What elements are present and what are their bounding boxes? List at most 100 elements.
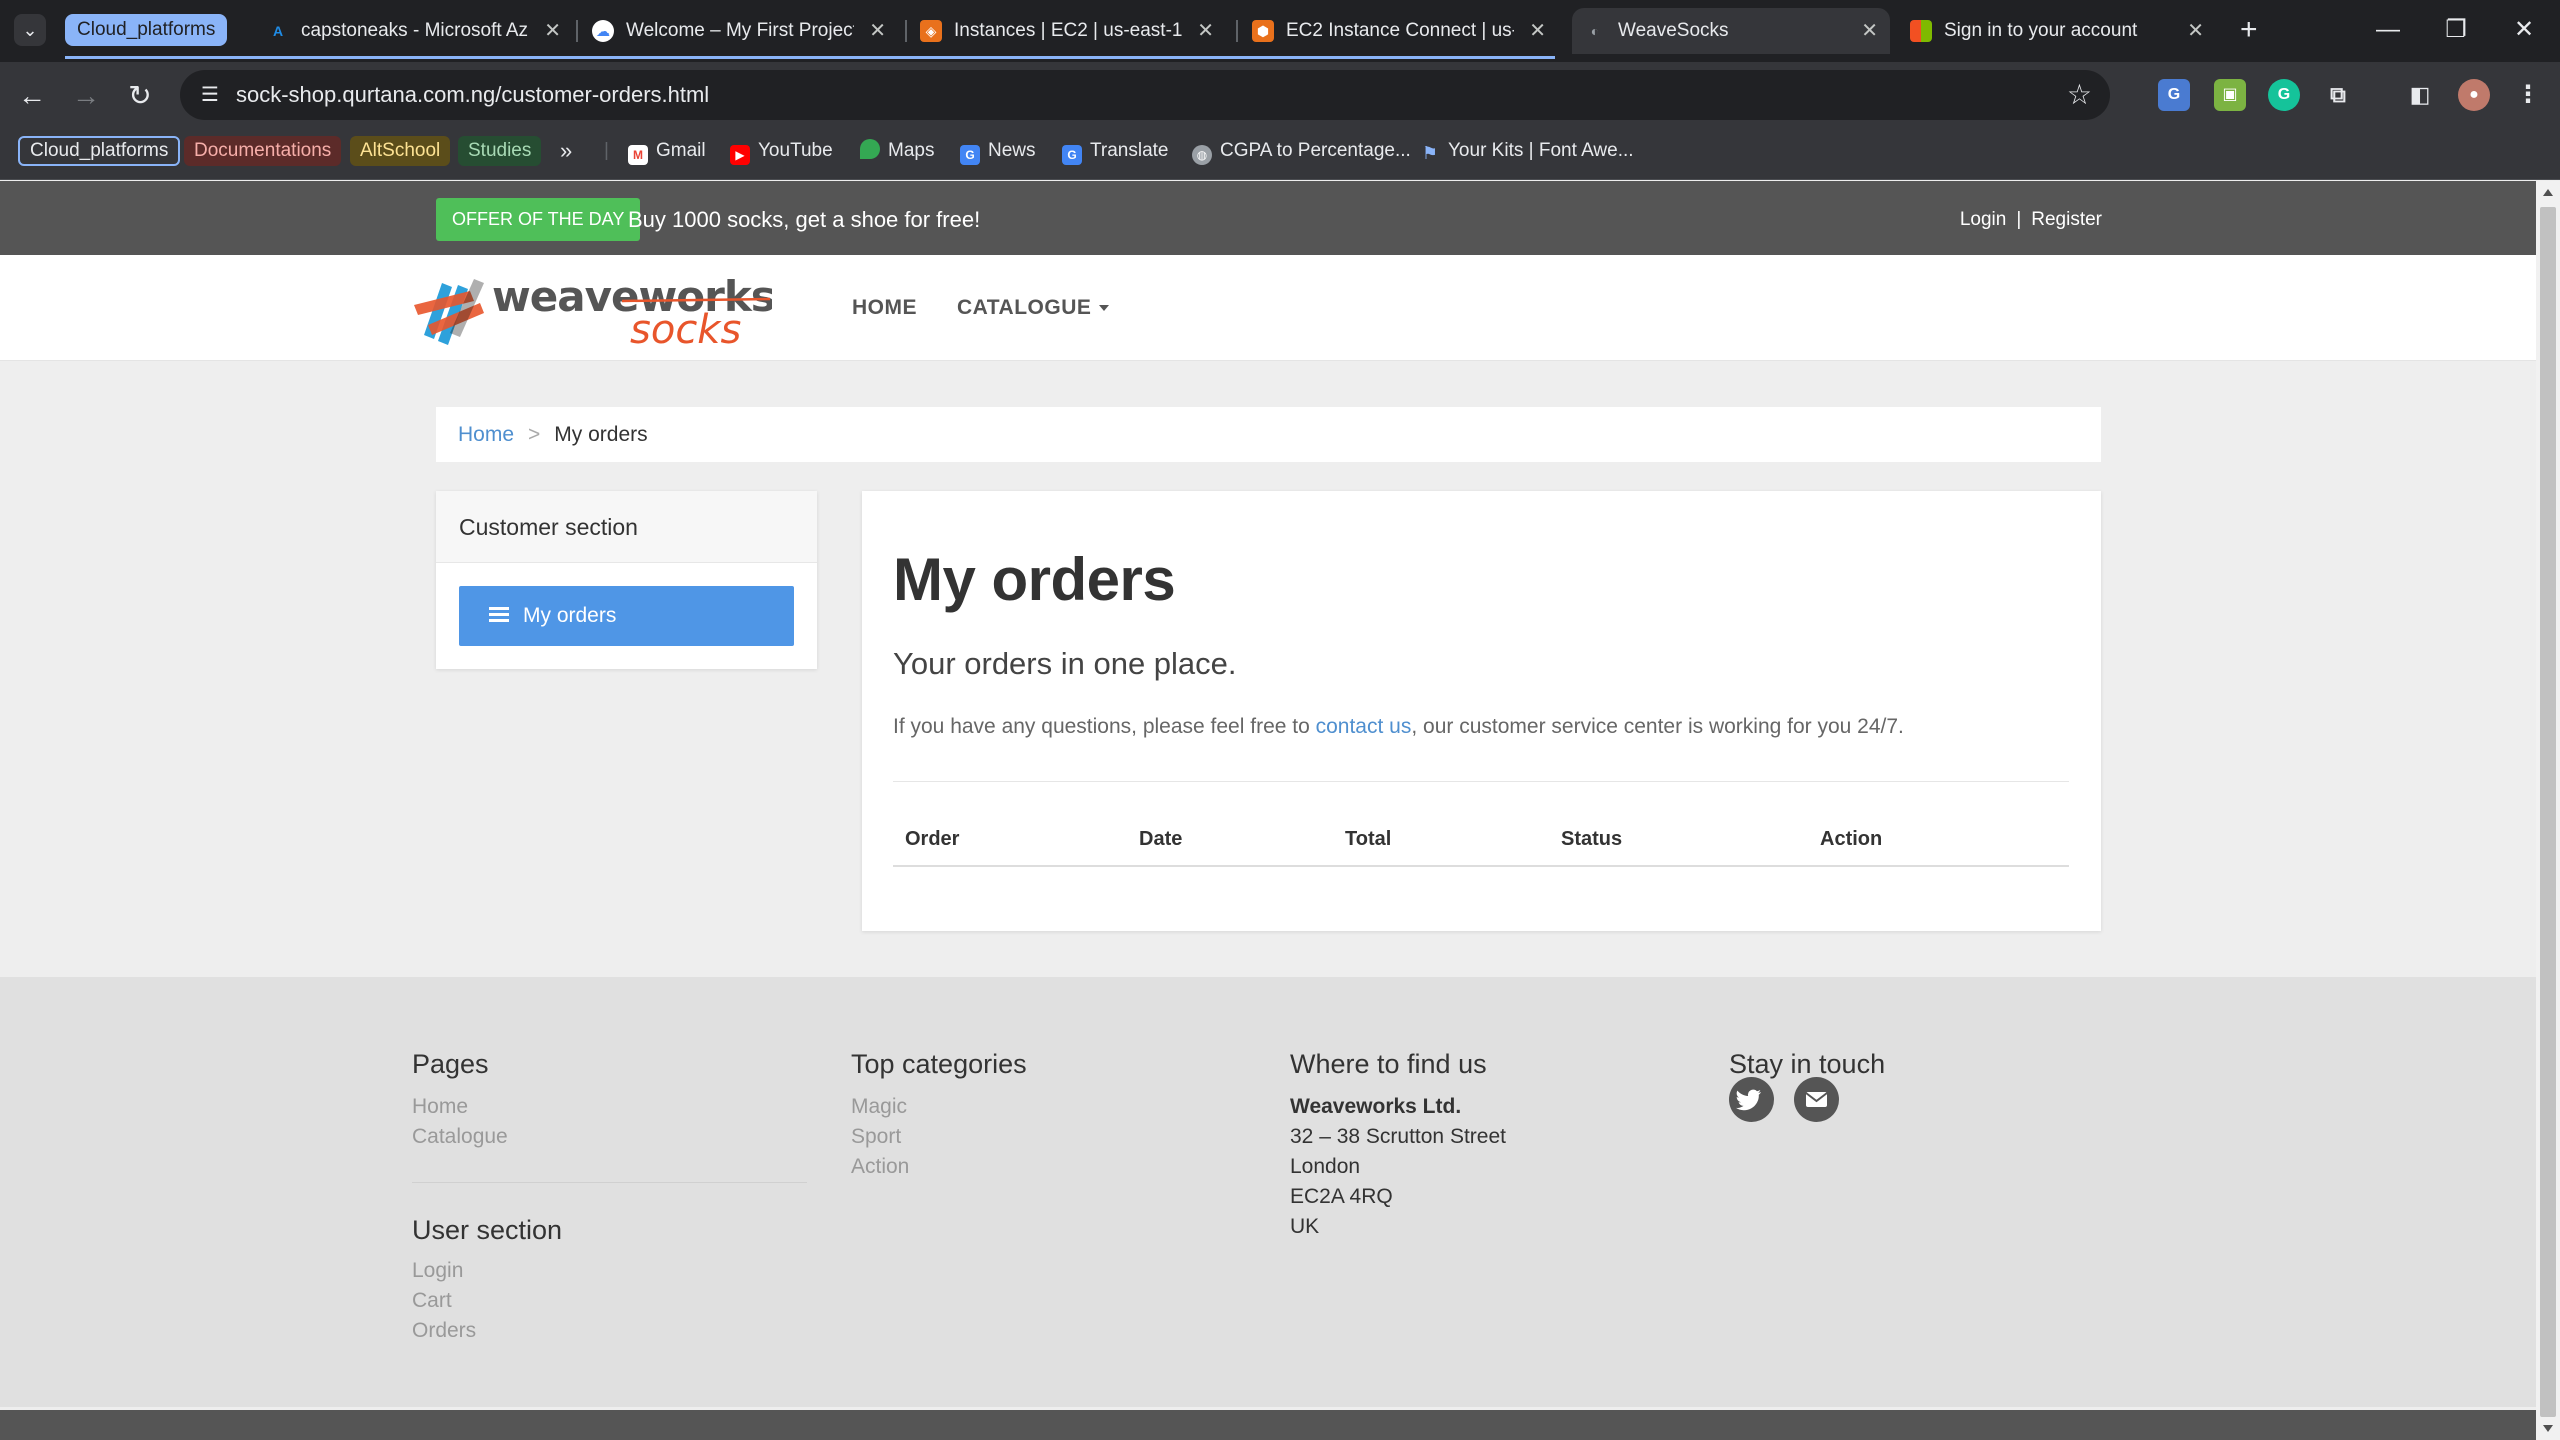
offer-text: Buy 1000 socks, get a shoe for free!	[628, 207, 981, 232]
twitter-icon[interactable]	[1729, 1077, 1774, 1122]
divider	[893, 781, 2069, 782]
close-icon[interactable]: ✕	[2187, 8, 2204, 54]
bookmark-cgpa[interactable]: ◍ CGPA to Percentage...	[1192, 136, 1411, 166]
register-link[interactable]: Register	[2031, 209, 2102, 230]
extension-icon[interactable]: ▣	[2214, 79, 2246, 111]
bookmark-group[interactable]: Cloud_platforms	[18, 136, 181, 166]
nav-home-link[interactable]: HOME	[852, 255, 917, 361]
forward-icon[interactable]: →	[66, 76, 106, 116]
offer-badge: OFFER OF THE DAY	[436, 198, 641, 241]
gcp-icon: ☁	[592, 20, 614, 42]
restore-icon[interactable]: ❐	[2426, 10, 2486, 50]
minimize-icon[interactable]: —	[2358, 10, 2418, 50]
footer-link-orders[interactable]: Orders	[412, 1319, 476, 1343]
bookmark-news[interactable]: G News	[960, 136, 1036, 166]
bookmark-star-icon[interactable]: ☆	[2067, 70, 2092, 120]
nav-catalogue-dropdown[interactable]: CATALOGUE	[957, 255, 1110, 361]
microsoft-icon	[1910, 20, 1932, 42]
list-icon	[489, 607, 509, 623]
news-icon: G	[960, 145, 980, 165]
tab-title: Instances | EC2 | us-east-1	[954, 20, 1182, 41]
sidebar-item-label: My orders	[523, 604, 617, 627]
bookmark-group[interactable]: Documentations	[184, 136, 342, 166]
site-info-icon[interactable]: ☰	[196, 81, 224, 109]
flag-icon: ⚑	[1421, 143, 1439, 163]
tab-group-label[interactable]: Cloud_platforms	[65, 14, 228, 46]
browser-tab[interactable]: ◈ Instances | EC2 | us-east-1 ✕	[908, 8, 1226, 54]
side-panel-icon[interactable]: ◧	[2404, 79, 2436, 111]
extensions-puzzle-icon[interactable]: ⧉	[2322, 79, 2354, 111]
bookmark-label: Translate	[1090, 140, 1169, 161]
page-scrollbar[interactable]	[2536, 181, 2560, 1440]
caret-down-icon	[1099, 305, 1110, 311]
account-links: Login | Register	[1960, 198, 2102, 241]
logo-sub-text: socks	[630, 307, 741, 347]
browser-tab[interactable]: ⬢ EC2 Instance Connect | us-east-1 ✕	[1240, 8, 1558, 54]
footer-link-action[interactable]: Action	[851, 1155, 909, 1179]
bookmark-translate[interactable]: G Translate	[1062, 136, 1169, 166]
page-viewport: OFFER OF THE DAY Buy 1000 socks, get a s…	[0, 181, 2536, 1440]
close-icon[interactable]: ✕	[869, 8, 886, 54]
tab-title: Welcome – My First Project	[626, 20, 854, 41]
new-tab-icon[interactable]: +	[2240, 12, 2258, 48]
close-icon[interactable]: ✕	[544, 8, 561, 54]
address-bar[interactable]: ☰ sock-shop.qurtana.com.ng/customer-orde…	[180, 70, 2110, 120]
scroll-down-arrow-icon[interactable]	[2543, 1425, 2553, 1432]
bookmark-group[interactable]: AltSchool	[350, 136, 451, 166]
footer-link-catalogue[interactable]: Catalogue	[412, 1125, 508, 1149]
column-header-action: Action	[1820, 828, 1883, 850]
maps-pin-icon	[860, 139, 880, 159]
weave-icon: ◐	[1590, 23, 1600, 39]
close-icon[interactable]: ✕	[1861, 8, 1878, 54]
close-icon[interactable]: ✕	[1529, 8, 1546, 54]
footer-link-cart[interactable]: Cart	[412, 1289, 452, 1313]
contact-us-link[interactable]: contact us	[1316, 715, 1412, 738]
bookmark-label: Maps	[888, 140, 935, 161]
footer-categories-title: Top categories	[851, 1049, 1027, 1079]
menu-kebab-icon[interactable]: ⋮	[2512, 79, 2544, 111]
help-text-after: , our customer service center is working…	[1411, 715, 1904, 738]
weaveworks-socks-logo[interactable]: weaveworks socks	[412, 271, 772, 347]
tab-search-icon[interactable]: ⌄	[14, 14, 46, 46]
bookmark-group[interactable]: Studies	[458, 136, 542, 166]
sidebar-item-my-orders[interactable]: My orders	[459, 586, 794, 646]
table-header-border	[893, 865, 2069, 867]
browser-tab-active[interactable]: ◐ WeaveSocks ✕	[1572, 8, 1890, 54]
scroll-up-arrow-icon[interactable]	[2543, 189, 2553, 196]
footer-link-home[interactable]: Home	[412, 1095, 468, 1119]
scrollbar-thumb[interactable]	[2540, 207, 2556, 1417]
profile-avatar[interactable]: ●	[2458, 79, 2490, 111]
breadcrumb-home-link[interactable]: Home	[458, 423, 514, 446]
bookmark-label: CGPA to Percentage...	[1220, 140, 1411, 161]
reload-icon[interactable]: ↻	[120, 76, 160, 116]
back-icon[interactable]: ←	[12, 76, 52, 116]
login-link[interactable]: Login	[1960, 209, 2007, 230]
footer-link-sport[interactable]: Sport	[851, 1125, 901, 1149]
url-text[interactable]: sock-shop.qurtana.com.ng/customer-orders…	[236, 70, 709, 120]
browser-tab[interactable]: Sign in to your account ✕	[1898, 8, 2216, 54]
browser-tab[interactable]: A capstoneaks - Microsoft Azure ✕	[255, 8, 573, 54]
tab-title: Sign in to your account	[1944, 20, 2138, 41]
page-title: My orders	[893, 546, 1176, 613]
footer-address-line: UK	[1290, 1215, 1320, 1238]
grammarly-icon[interactable]: G	[2268, 79, 2300, 111]
bookmark-gmail[interactable]: M Gmail	[628, 136, 706, 166]
browser-toolbar: ← → ↻ ☰ sock-shop.qurtana.com.ng/custome…	[0, 62, 2560, 128]
bookmark-fontawesome[interactable]: ⚑ Your Kits | Font Awe...	[1420, 136, 1634, 166]
page-lead: Your orders in one place.	[893, 646, 1237, 681]
close-window-icon[interactable]: ✕	[2494, 10, 2554, 50]
more-bookmarks-icon[interactable]: »	[560, 136, 572, 166]
translate-extension-icon[interactable]: G	[2158, 79, 2190, 111]
envelope-icon[interactable]	[1794, 1077, 1839, 1122]
site-footer	[0, 977, 2536, 1407]
tab-group-underline	[65, 56, 1555, 59]
footer-link-login[interactable]: Login	[412, 1259, 463, 1283]
offer-bar: OFFER OF THE DAY Buy 1000 socks, get a s…	[0, 181, 2536, 255]
column-header-status: Status	[1561, 828, 1623, 850]
close-icon[interactable]: ✕	[1197, 8, 1214, 54]
bookmark-maps[interactable]: Maps	[860, 136, 934, 166]
bookmark-youtube[interactable]: ▶ YouTube	[730, 136, 833, 166]
footer-link-magic[interactable]: Magic	[851, 1095, 907, 1119]
browser-tab[interactable]: ☁ Welcome – My First Project ✕	[580, 8, 898, 54]
aws-icon: ◈	[920, 20, 942, 42]
